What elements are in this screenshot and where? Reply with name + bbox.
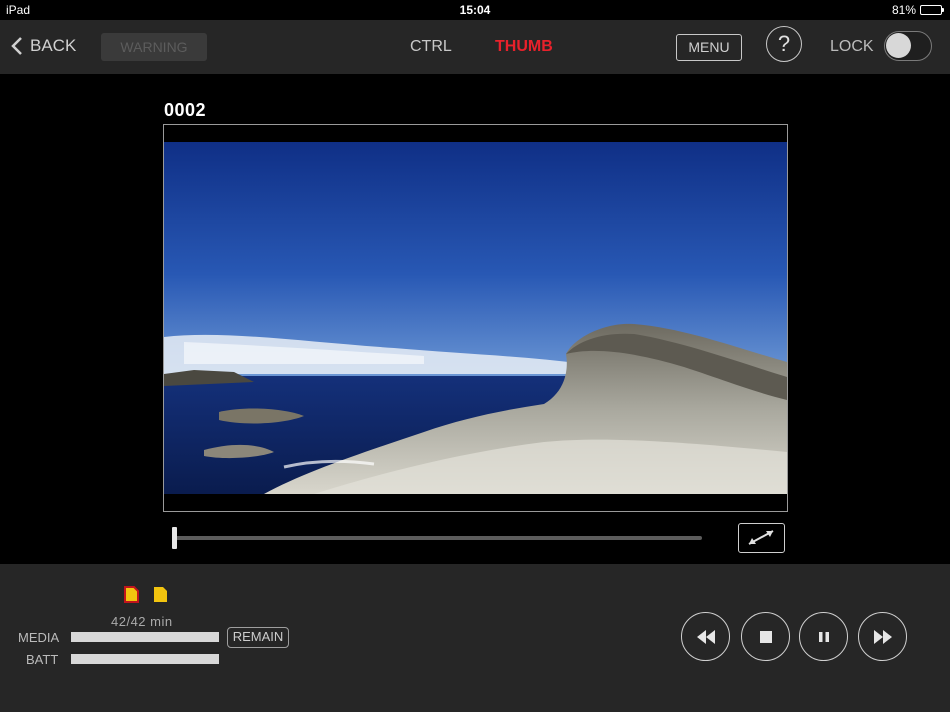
- menu-button[interactable]: MENU: [676, 34, 742, 61]
- pause-icon: [818, 631, 829, 642]
- scrubber-handle[interactable]: [172, 527, 177, 549]
- expand-arrows-icon: [748, 530, 774, 545]
- remaining-time: 42/42 min: [111, 614, 173, 629]
- top-nav: BACK WARNING CTRL THUMB MENU ? LOCK: [0, 20, 950, 74]
- sd-card-icon: [124, 586, 139, 603]
- tab-ctrl[interactable]: CTRL: [410, 38, 452, 56]
- fullscreen-button[interactable]: [738, 523, 785, 553]
- status-bar: iPad 15:04 81%: [0, 0, 950, 20]
- rewind-icon: [696, 629, 715, 644]
- back-label: BACK: [30, 36, 77, 55]
- rewind-button[interactable]: [681, 612, 730, 661]
- thumbnail-image: [164, 142, 787, 494]
- back-button[interactable]: BACK: [10, 36, 76, 56]
- clip-name: 0002: [164, 100, 207, 120]
- batt-meter-fill: [71, 654, 219, 664]
- battery-status: 81%: [891, 3, 944, 17]
- clip-preview: [163, 124, 788, 512]
- pause-button[interactable]: [799, 612, 848, 661]
- tab-thumb[interactable]: THUMB: [495, 38, 553, 56]
- batt-meter: [71, 654, 219, 664]
- lock-toggle[interactable]: [884, 31, 932, 61]
- toggle-knob: [886, 33, 911, 58]
- lock-label: LOCK: [830, 38, 874, 55]
- media-meter: [71, 632, 219, 642]
- batt-label: BATT: [26, 652, 59, 667]
- playback-scrubber[interactable]: [172, 527, 702, 549]
- media-label: MEDIA: [18, 630, 60, 645]
- remain-button[interactable]: REMAIN: [227, 627, 289, 648]
- warning-button[interactable]: WARNING: [101, 33, 207, 61]
- battery-icon: [920, 5, 944, 15]
- stop-icon: [759, 630, 772, 643]
- sd-card-icon: [154, 587, 167, 602]
- status-panel: 42/42 min MEDIA REMAIN BATT: [0, 564, 950, 712]
- media-meter-fill: [71, 632, 219, 642]
- stop-button[interactable]: [741, 612, 790, 661]
- help-button[interactable]: ?: [766, 26, 802, 62]
- fast-forward-icon: [873, 629, 892, 644]
- fast-forward-button[interactable]: [858, 612, 907, 661]
- clock: 15:04: [459, 3, 491, 17]
- chevron-left-icon: [11, 37, 22, 55]
- battery-percent: 81%: [891, 3, 916, 17]
